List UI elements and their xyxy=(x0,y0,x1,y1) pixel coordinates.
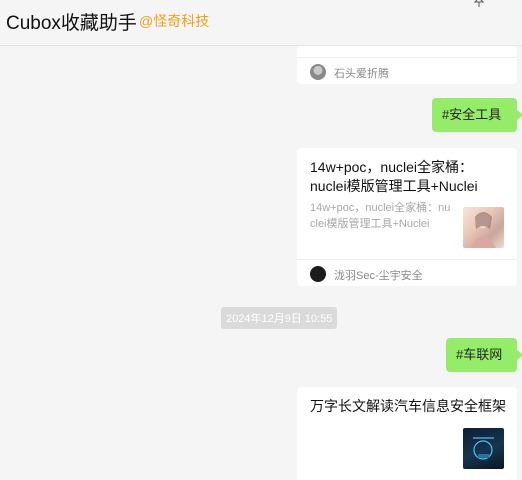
card-thumbnail xyxy=(463,428,504,469)
card-source: 泷羽Sec-尘宇安全 xyxy=(334,270,423,282)
tag-bubble[interactable]: #车联网 xyxy=(446,338,522,372)
card-thumbnail xyxy=(463,207,504,248)
chat-title: Cubox收藏助手 xyxy=(6,13,137,34)
source-avatar xyxy=(310,64,326,80)
article-card[interactable]: 石头爱折腾 xyxy=(297,46,517,84)
message-timestamp: 2024年12月9日 10:55 xyxy=(221,307,338,329)
card-description: 14w+poc，nuclei全家桶：nuclei模版管理工具+Nuclei xyxy=(310,202,451,230)
card-footer: 泷羽Sec-尘宇安全 xyxy=(297,259,517,286)
card-source: 石头爱折腾 xyxy=(334,68,389,80)
card-footer: 石头爱折腾 xyxy=(297,57,517,84)
article-card[interactable]: 万字长文解读汽车信息安全框架 xyxy=(297,387,517,480)
pin-icon[interactable] xyxy=(473,0,485,11)
tag-bubble[interactable]: #安全工具 xyxy=(432,98,522,132)
chat-header: Cubox收藏助手 @怪奇科技 xyxy=(0,0,522,46)
card-title: 14w+poc，nuclei全家桶：nuclei模版管理工具+Nuclei xyxy=(310,159,478,194)
source-avatar xyxy=(310,266,326,282)
article-card[interactable]: 14w+poc，nuclei全家桶：nuclei模版管理工具+Nuclei 14… xyxy=(297,148,517,286)
chat-subtitle[interactable]: @怪奇科技 xyxy=(139,11,209,31)
card-title: 万字长文解读汽车信息安全框架 xyxy=(310,398,506,414)
